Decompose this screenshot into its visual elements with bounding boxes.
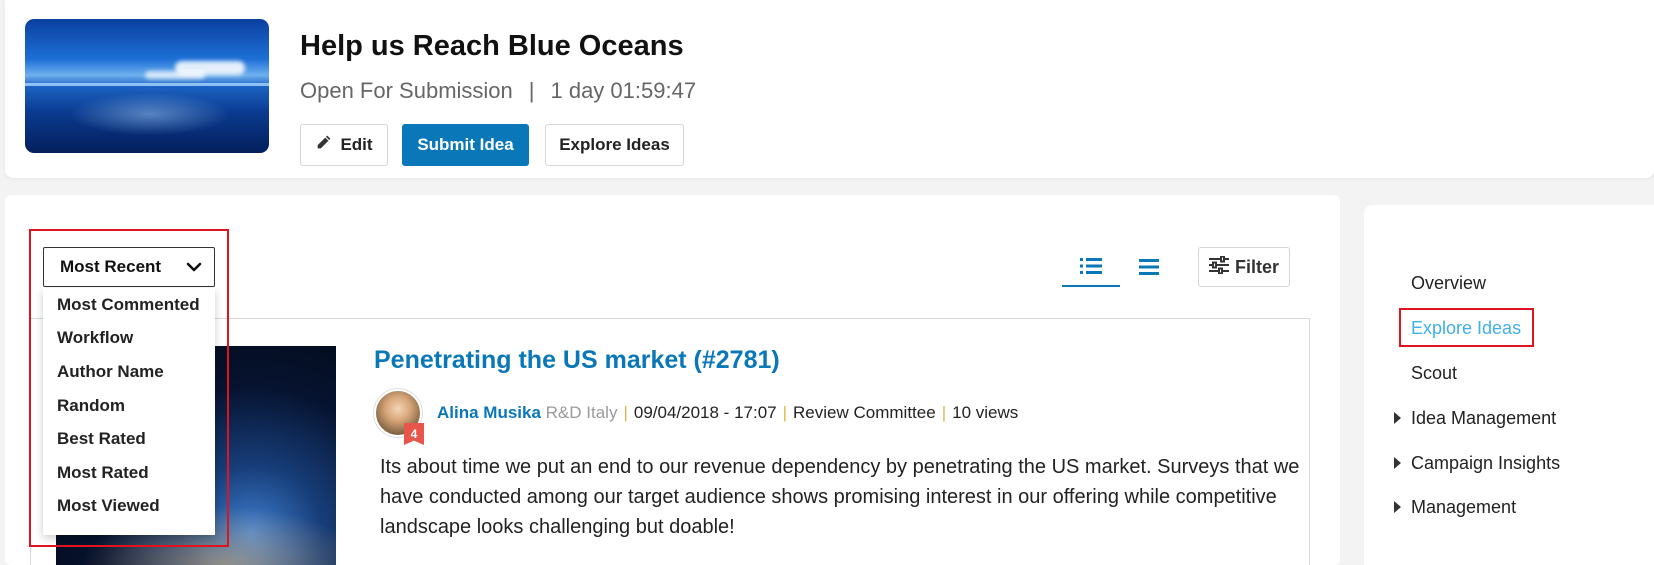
caret-right-icon xyxy=(1394,412,1401,424)
menu-lines-icon xyxy=(1139,258,1159,281)
filter-label: Filter xyxy=(1234,256,1279,277)
campaign-image xyxy=(25,19,269,153)
highlight-box-explore xyxy=(1399,308,1534,347)
idea-description: Its about time we put an end to our reve… xyxy=(380,456,1300,538)
sidebar-item-campaign-insights[interactable]: Campaign Insights xyxy=(1411,453,1560,474)
idea-stage: Review Committee xyxy=(793,403,936,422)
status-text: Open For Submission xyxy=(300,78,513,103)
compact-view-button[interactable] xyxy=(1120,252,1178,287)
edit-button[interactable]: Edit xyxy=(300,124,388,166)
campaign-status: Open For Submission | 1 day 01:59:47 xyxy=(300,78,696,104)
campaign-title: Help us Reach Blue Oceans xyxy=(300,30,684,62)
edit-label: Edit xyxy=(340,135,373,154)
filter-button[interactable]: Filter xyxy=(1198,247,1290,287)
view-toggle xyxy=(1062,252,1178,287)
explore-ideas-button[interactable]: Explore Ideas xyxy=(545,124,684,166)
sidebar-item-overview[interactable]: Overview xyxy=(1411,273,1486,294)
list-icon xyxy=(1080,257,1102,280)
idea-title-link[interactable]: Penetrating the US market (#2781) xyxy=(374,346,780,375)
list-view-button[interactable] xyxy=(1062,252,1120,287)
sidebar-item-idea-management[interactable]: Idea Management xyxy=(1411,408,1556,429)
sidebar-item-scout[interactable]: Scout xyxy=(1411,363,1457,384)
author-department: R&D Italy xyxy=(545,403,618,422)
author-name-link[interactable]: Alina Musika xyxy=(437,403,541,422)
idea-date: 09/04/2018 - 17:07 xyxy=(633,403,777,422)
highlight-box-sort xyxy=(29,229,229,547)
caret-right-icon xyxy=(1394,457,1401,469)
pencil-icon xyxy=(315,134,332,156)
caret-right-icon xyxy=(1394,501,1401,513)
countdown-timer: 1 day 01:59:47 xyxy=(550,78,697,103)
submit-idea-button[interactable]: Submit Idea xyxy=(402,124,529,166)
status-separator: | xyxy=(528,78,535,103)
idea-views: 10 views xyxy=(952,403,1019,422)
campaign-header: Help us Reach Blue Oceans Open For Submi… xyxy=(5,0,1654,178)
sidebar-item-management[interactable]: Management xyxy=(1411,497,1516,518)
sliders-icon xyxy=(1208,255,1229,279)
idea-meta: Alina Musika R&D Italy | 09/04/2018 - 17:0… xyxy=(437,403,1019,422)
